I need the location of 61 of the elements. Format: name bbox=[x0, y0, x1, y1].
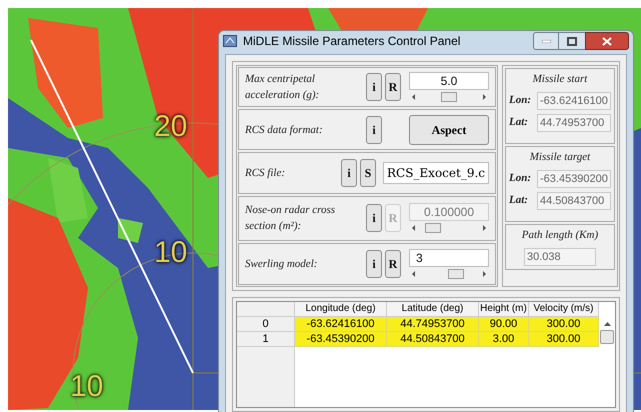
right-arrow-icon bbox=[483, 225, 486, 232]
table-cell: 300.00 bbox=[529, 332, 599, 347]
action-button[interactable]: R bbox=[385, 250, 401, 278]
value-field[interactable]: 3 bbox=[409, 248, 489, 267]
left-arrow-icon bbox=[412, 94, 415, 100]
coordinate-label: Lat: bbox=[509, 115, 529, 130]
path-length-field: 30.038 bbox=[524, 248, 596, 266]
maximize-button[interactable] bbox=[559, 32, 585, 50]
field-label: Swerling model: bbox=[245, 256, 318, 272]
close-button[interactable] bbox=[585, 32, 629, 50]
minimize-button[interactable] bbox=[533, 32, 559, 50]
info-button[interactable]: i bbox=[340, 159, 357, 188]
group-title: Missile start bbox=[532, 72, 588, 87]
info-button[interactable]: i bbox=[366, 116, 382, 144]
field-label: Max centripetal acceleration (g): bbox=[245, 72, 320, 104]
table-cell: -63.62416100 bbox=[295, 317, 387, 332]
action-button[interactable]: S bbox=[360, 159, 376, 188]
table-cell: 44.74953700 bbox=[387, 317, 479, 332]
minimize-icon bbox=[542, 40, 550, 42]
scroll-up-icon[interactable] bbox=[604, 322, 610, 326]
row-header[interactable]: 1 bbox=[237, 332, 295, 347]
coordinate-field: -63.45390200 bbox=[537, 170, 611, 188]
column-header[interactable]: Velocity (m/s) bbox=[529, 302, 599, 317]
window-title: MiDLE Missile Parameters Control Panel bbox=[243, 33, 460, 50]
file-field[interactable]: RCS_Exocet_9.c bbox=[382, 162, 489, 184]
column-header[interactable]: Longitude (deg) bbox=[295, 302, 387, 317]
row-header[interactable]: 0 bbox=[237, 317, 295, 332]
right-arrow-icon bbox=[483, 94, 486, 100]
column-header[interactable]: Latitude (deg) bbox=[387, 302, 479, 317]
slider-thumb[interactable] bbox=[448, 268, 464, 279]
group-title: Path length (Km) bbox=[522, 228, 598, 243]
left-arrow-icon bbox=[412, 270, 415, 277]
table-cell: 90.00 bbox=[479, 317, 529, 332]
field-label: RCS file: bbox=[245, 166, 286, 182]
info-button[interactable]: i bbox=[366, 250, 382, 278]
slider-thumb[interactable] bbox=[441, 92, 457, 102]
coordinate-label: Lat: bbox=[509, 193, 529, 208]
right-arrow-icon bbox=[483, 270, 486, 277]
coordinate-field: -63.62416100 bbox=[537, 92, 611, 110]
info-button[interactable]: i bbox=[366, 73, 382, 102]
value-field[interactable]: 5.0 bbox=[409, 72, 489, 90]
coordinate-field: 44.74953700 bbox=[537, 114, 611, 132]
table-cell: 3.00 bbox=[479, 332, 529, 347]
coordinate-label: Lon: bbox=[509, 171, 532, 186]
group-title: Missile target bbox=[530, 150, 590, 165]
field-label: RCS data format: bbox=[245, 122, 324, 138]
range-label: 10 bbox=[70, 372, 104, 402]
action-button[interactable]: R bbox=[385, 73, 401, 102]
maximize-icon bbox=[567, 36, 577, 46]
column-header[interactable]: Height (m) bbox=[479, 302, 529, 317]
table-cell: 44.50843700 bbox=[387, 332, 479, 347]
close-icon bbox=[602, 36, 612, 46]
scrollbar-thumb[interactable] bbox=[600, 330, 614, 344]
app-icon bbox=[223, 35, 237, 47]
coordinate-field: 44.50843700 bbox=[537, 192, 611, 210]
aspect-button[interactable]: Aspect bbox=[409, 114, 489, 145]
table-cell: 300.00 bbox=[529, 317, 599, 332]
field-label: Nose-on radar cross section (m²): bbox=[245, 203, 336, 234]
left-arrow-icon bbox=[412, 225, 415, 232]
coordinate-label: Lon: bbox=[509, 93, 532, 108]
table-cell: -63.45390200 bbox=[295, 332, 387, 347]
